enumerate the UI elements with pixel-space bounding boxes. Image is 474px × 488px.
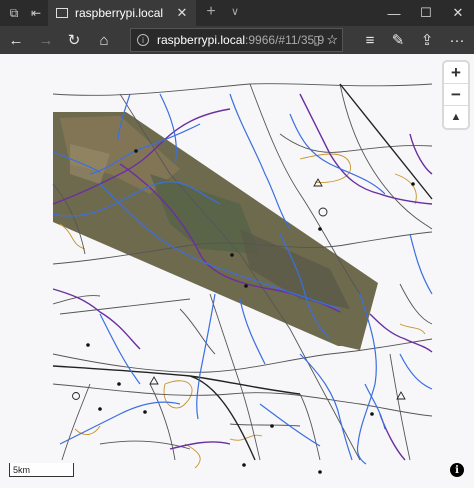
minimize-button[interactable]: —: [378, 0, 410, 26]
maximize-button[interactable]: ☐: [410, 0, 442, 26]
url-path: :9966/#11/35.9: [245, 33, 325, 47]
url-host: raspberrypi.local: [157, 33, 246, 47]
close-window-button[interactable]: ✕: [442, 0, 474, 26]
tab-title: raspberrypi.local: [75, 6, 164, 20]
map-canvas[interactable]: [0, 54, 474, 488]
zoom-control: + − ▲: [444, 62, 468, 128]
address-bar[interactable]: i raspberrypi.local :9966/#11/35.9 ▯ ☆: [130, 28, 343, 52]
map-viewport[interactable]: + − ▲: [0, 54, 474, 488]
zoom-in-button[interactable]: +: [444, 62, 468, 84]
page-icon: [56, 8, 68, 18]
favorites-hub-button[interactable]: ≡: [359, 29, 381, 51]
favorite-star-icon[interactable]: ☆: [326, 32, 338, 48]
forward-button[interactable]: →: [35, 29, 57, 51]
share-button[interactable]: ⇪: [416, 29, 438, 51]
back-button[interactable]: ←: [5, 29, 27, 51]
set-aside-tabs-icon[interactable]: ⇤: [27, 4, 45, 22]
close-tab-icon[interactable]: ✕: [174, 5, 190, 21]
zoom-out-button[interactable]: −: [444, 84, 468, 106]
title-bar: ⧉ ⇤ raspberrypi.local ✕ + ∨ — ☐ ✕: [0, 0, 474, 26]
web-notes-button[interactable]: ✎: [387, 29, 409, 51]
refresh-button[interactable]: ↻: [63, 29, 85, 51]
compass-reset-icon[interactable]: ▲: [444, 106, 468, 128]
attribution-info-button[interactable]: i: [450, 463, 464, 477]
reading-view-icon[interactable]: ▯: [313, 33, 320, 47]
scale-bar: 5km: [9, 463, 74, 477]
new-tab-button[interactable]: +: [202, 3, 220, 21]
home-button[interactable]: ⌂: [93, 29, 115, 51]
more-button[interactable]: ···: [446, 29, 468, 51]
tab-list-chevron-icon[interactable]: ∨: [226, 3, 244, 21]
tab-raspberrypi[interactable]: raspberrypi.local ✕: [48, 0, 196, 26]
site-info-icon[interactable]: i: [137, 34, 149, 46]
tab-preview-icon[interactable]: ⧉: [5, 4, 23, 22]
navigation-bar: ← → ↻ ⌂ i raspberrypi.local :9966/#11/35…: [0, 26, 474, 54]
